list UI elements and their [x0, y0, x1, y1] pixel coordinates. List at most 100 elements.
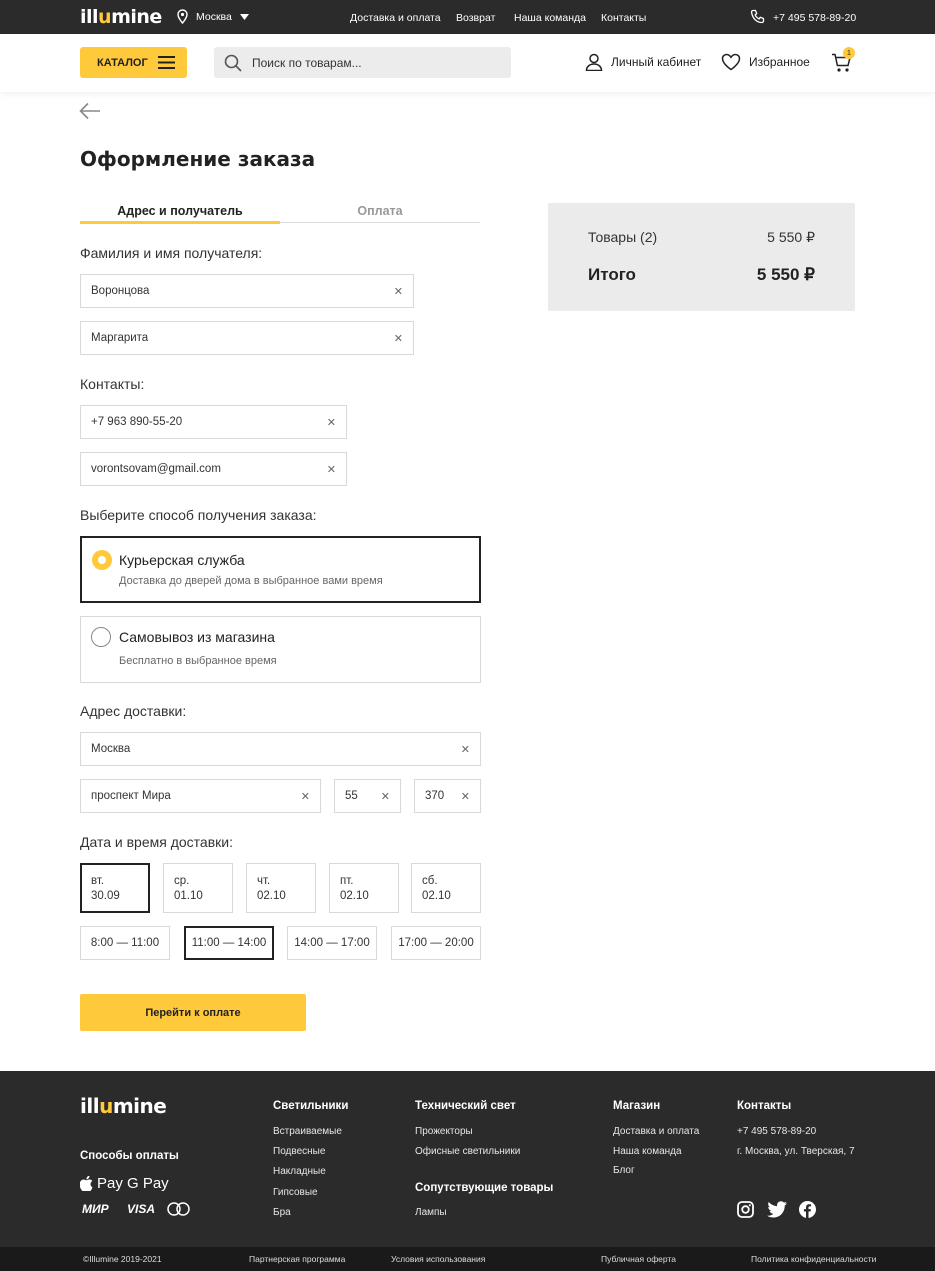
partner-program-link[interactable]: Партнерская программа: [249, 1254, 345, 1264]
time-slot[interactable]: 17:00 — 20:00: [391, 926, 481, 960]
address-label: Адрес доставки:: [80, 703, 187, 719]
day-weekday: сб.: [422, 875, 438, 887]
time-slot[interactable]: 14:00 — 17:00: [287, 926, 377, 960]
day-option[interactable]: чт. 02.10: [246, 863, 316, 913]
footer-link[interactable]: Доставка и оплата: [613, 1126, 699, 1137]
apartment-input[interactable]: [425, 790, 455, 802]
pickup-title: Самовывоз из магазина: [119, 629, 275, 645]
footer-link[interactable]: Офисные светильники: [415, 1146, 520, 1157]
recipient-label: Фамилия и имя получателя:: [80, 245, 263, 261]
footer-phone[interactable]: +7 495 578-89-20: [737, 1126, 816, 1137]
phone-icon: [750, 9, 765, 24]
catalog-button[interactable]: КАТАЛОГ: [80, 47, 187, 78]
tab-active-indicator: [80, 221, 280, 224]
tab-payment[interactable]: Оплата: [280, 204, 480, 218]
clear-icon[interactable]: ✕: [394, 332, 403, 345]
nav-contacts-link[interactable]: Контакты: [601, 12, 646, 24]
footer-link[interactable]: Бра: [273, 1207, 291, 1218]
footer-link[interactable]: Лампы: [415, 1207, 447, 1218]
street-input[interactable]: [91, 790, 295, 802]
footer-link[interactable]: Наша команда: [613, 1146, 682, 1157]
favorites-label: Избранное: [749, 55, 810, 69]
day-option[interactable]: пт. 02.10: [329, 863, 399, 913]
back-arrow-icon[interactable]: [79, 102, 101, 120]
twitter-icon[interactable]: [767, 1201, 788, 1218]
instagram-icon[interactable]: [737, 1201, 754, 1218]
courier-option[interactable]: Курьерская служба Доставка до дверей дом…: [80, 536, 481, 603]
footer-link[interactable]: Подвесные: [273, 1146, 325, 1157]
street-field: ✕: [80, 779, 321, 813]
nav-team-link[interactable]: Наша команда: [514, 12, 586, 24]
nav-return-link[interactable]: Возврат: [456, 12, 495, 24]
email-input[interactable]: [91, 463, 321, 475]
day-date: 30.09: [91, 890, 120, 902]
clear-icon[interactable]: ✕: [301, 790, 310, 803]
order-summary: Товары (2) 5 550 ₽ Итого 5 550 ₽: [548, 203, 855, 311]
clear-icon[interactable]: ✕: [394, 285, 403, 298]
pickup-option[interactable]: Самовывоз из магазина Бесплатно в выбран…: [80, 616, 481, 683]
delivery-method-label: Выберите способ получения заказа:: [80, 507, 317, 523]
items-label: Товары (2): [588, 229, 658, 245]
footer-logo[interactable]: illumine: [80, 1094, 167, 1118]
house-input[interactable]: [345, 790, 375, 802]
city-input[interactable]: [91, 743, 455, 755]
clear-icon[interactable]: ✕: [461, 743, 470, 756]
go-to-payment-button[interactable]: Перейти к оплате: [80, 994, 306, 1031]
total-label: Итого: [588, 265, 636, 284]
logo[interactable]: illumine: [80, 6, 162, 28]
account-link[interactable]: Личный кабинет: [585, 53, 701, 71]
privacy-policy-link[interactable]: Политика конфиденциальности: [751, 1254, 876, 1264]
public-offer-link[interactable]: Публичная оферта: [601, 1254, 676, 1264]
logo-text-accent: u: [99, 1094, 113, 1118]
clear-icon[interactable]: ✕: [327, 463, 336, 476]
menu-icon: [157, 56, 175, 69]
footer-link[interactable]: Встраиваемые: [273, 1126, 342, 1137]
logo-text-start: ill: [80, 1094, 100, 1118]
footer-link[interactable]: Прожекторы: [415, 1126, 473, 1137]
cart-count-badge: 1: [843, 47, 855, 59]
terms-link[interactable]: Условия использования: [391, 1254, 485, 1264]
clear-icon[interactable]: ✕: [327, 416, 336, 429]
footer-link[interactable]: Блог: [613, 1165, 635, 1176]
user-icon: [585, 53, 603, 71]
time-slot[interactable]: 8:00 — 11:00: [80, 926, 170, 960]
city-field: ✕: [80, 732, 481, 766]
courier-radio[interactable]: [92, 550, 112, 570]
facebook-icon[interactable]: [799, 1201, 816, 1218]
phone-input[interactable]: [91, 416, 321, 428]
search-input[interactable]: [252, 55, 492, 70]
main-header: КАТАЛОГ Личный кабинет Избранное 1: [0, 34, 935, 92]
day-weekday: чт.: [257, 875, 271, 887]
logo-text-accent: u: [98, 6, 112, 28]
footer-bottom-bar: ©Illumine 2019-2021 Партнерская программ…: [0, 1247, 935, 1271]
phone-field: ✕: [80, 405, 347, 439]
day-option[interactable]: сб. 02.10: [411, 863, 481, 913]
day-weekday: пт.: [340, 875, 354, 887]
top-phone-number[interactable]: +7 495 578-89-20: [773, 12, 856, 24]
city-selector[interactable]: Москва: [177, 9, 249, 24]
footer-link[interactable]: Гипсовые: [273, 1187, 318, 1198]
courier-title: Курьерская служба: [119, 552, 245, 568]
day-date: 02.10: [257, 890, 286, 902]
search-bar: [214, 47, 511, 78]
search-icon[interactable]: [224, 54, 242, 72]
day-date: 02.10: [422, 890, 451, 902]
day-option[interactable]: ср. 01.10: [163, 863, 233, 913]
logo-text-start: ill: [80, 6, 99, 28]
footer-link[interactable]: Накладные: [273, 1166, 326, 1177]
last-name-input[interactable]: [91, 285, 388, 297]
footer: illumine Способы оплаты Pay G Pay МИР VI…: [0, 1071, 935, 1248]
day-option[interactable]: вт. 30.09: [80, 863, 150, 913]
footer-col-shop-title: Магазин: [613, 1100, 661, 1112]
clear-icon[interactable]: ✕: [381, 790, 390, 803]
footer-address: г. Москва, ул. Тверская, 7: [737, 1146, 855, 1157]
pickup-radio[interactable]: [91, 627, 111, 647]
time-slot[interactable]: 11:00 — 14:00: [184, 926, 274, 960]
favorites-link[interactable]: Избранное: [721, 53, 810, 71]
first-name-input[interactable]: [91, 332, 388, 344]
clear-icon[interactable]: ✕: [461, 790, 470, 803]
pickup-subtitle: Бесплатно в выбранное время: [119, 655, 277, 667]
tab-address[interactable]: Адрес и получатель: [80, 204, 280, 218]
nav-delivery-link[interactable]: Доставка и оплата: [350, 12, 441, 24]
first-name-field: ✕: [80, 321, 414, 355]
